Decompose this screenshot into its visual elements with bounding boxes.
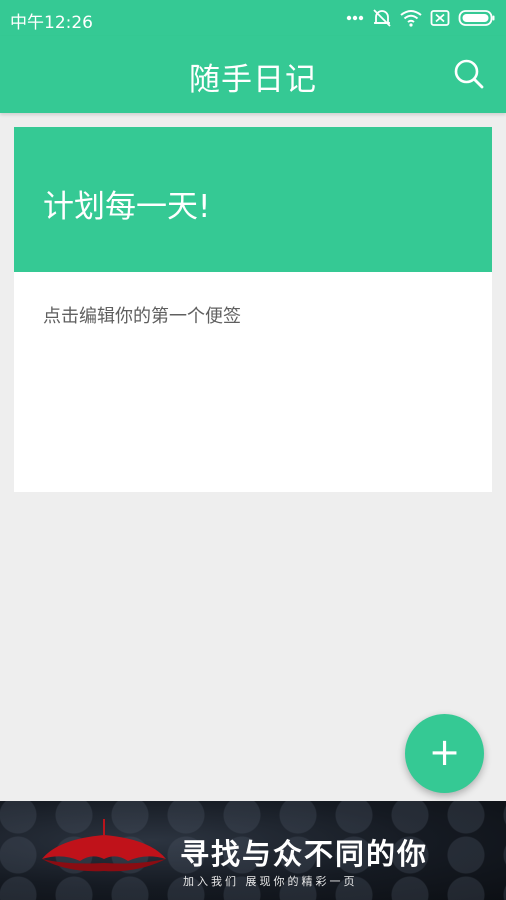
note-card-title: 计划每一天!: [43, 189, 211, 225]
sim-card-icon: [430, 10, 450, 26]
add-note-button[interactable]: +: [405, 714, 484, 793]
note-card[interactable]: 计划每一天! 点击编辑你的第一个便签: [14, 127, 492, 492]
more-dots-icon: [346, 15, 364, 21]
note-card-header: 计划每一天!: [14, 127, 492, 272]
plus-icon: +: [428, 730, 461, 774]
search-button[interactable]: [452, 57, 486, 91]
app-title: 随手日记: [189, 62, 317, 98]
battery-icon: [458, 10, 495, 26]
note-card-body: 点击编辑你的第一个便签: [43, 306, 241, 327]
wifi-icon: [400, 10, 422, 27]
red-umbrella-icon: [42, 819, 166, 872]
app-bar: 随手日记: [0, 36, 506, 113]
banner-subline: 加入我们 展现你的精彩一页: [183, 875, 358, 888]
banner-headline: 寻找与众不同的你: [180, 837, 429, 871]
status-icons: [346, 7, 496, 29]
alarm-off-icon: [373, 9, 391, 27]
ad-banner[interactable]: 寻找与众不同的你 加入我们 展现你的精彩一页: [0, 801, 506, 900]
status-bar: 中午12:26: [0, 0, 506, 36]
search-icon: [454, 59, 484, 89]
status-time: 中午12:26: [10, 13, 93, 33]
